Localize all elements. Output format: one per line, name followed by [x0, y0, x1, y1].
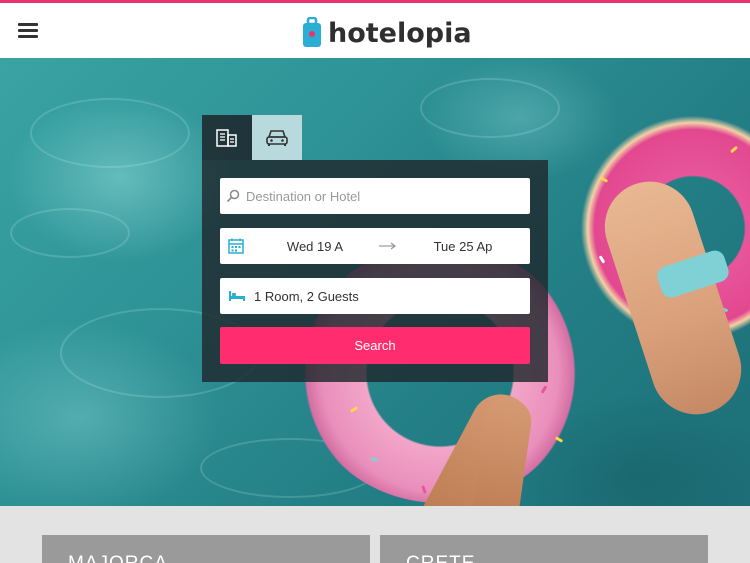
calendar-icon — [220, 238, 252, 254]
destination-placeholder: Destination or Hotel — [246, 188, 361, 204]
search-panel: Destination or Hotel Wed 19 A Tue 25 Ap … — [202, 160, 548, 382]
guests-value: 1 Room, 2 Guests — [254, 288, 359, 304]
destination-card-crete[interactable]: CRETE — [380, 535, 708, 563]
hotel-icon — [216, 128, 237, 147]
checkout-date[interactable]: Tue 25 Ap — [418, 239, 508, 254]
hero-banner: Destination or Hotel Wed 19 A Tue 25 Ap … — [0, 58, 750, 506]
destination-card-majorca[interactable]: MAJORCA — [42, 535, 370, 563]
search-icon — [220, 189, 246, 203]
date-range-field[interactable]: Wed 19 A Tue 25 Ap — [220, 228, 530, 264]
destination-card-label: CRETE — [406, 553, 475, 563]
destination-card-label: MAJORCA — [68, 553, 168, 563]
checkin-date[interactable]: Wed 19 A — [270, 239, 360, 254]
hamburger-menu-icon[interactable] — [18, 23, 38, 39]
bed-icon — [220, 290, 254, 302]
destination-input[interactable]: Destination or Hotel — [220, 178, 530, 214]
logo[interactable]: hotelopia — [302, 13, 472, 53]
logo-text: hotelopia — [328, 17, 472, 49]
suitcase-logo-icon — [303, 17, 321, 47]
top-header: hotelopia — [0, 0, 750, 58]
tab-hotels[interactable] — [202, 115, 252, 160]
tab-cars[interactable] — [252, 115, 302, 160]
arrow-right-icon — [368, 242, 408, 250]
guests-selector[interactable]: 1 Room, 2 Guests — [220, 278, 530, 314]
car-icon — [266, 129, 288, 146]
search-button[interactable]: Search — [220, 327, 530, 364]
